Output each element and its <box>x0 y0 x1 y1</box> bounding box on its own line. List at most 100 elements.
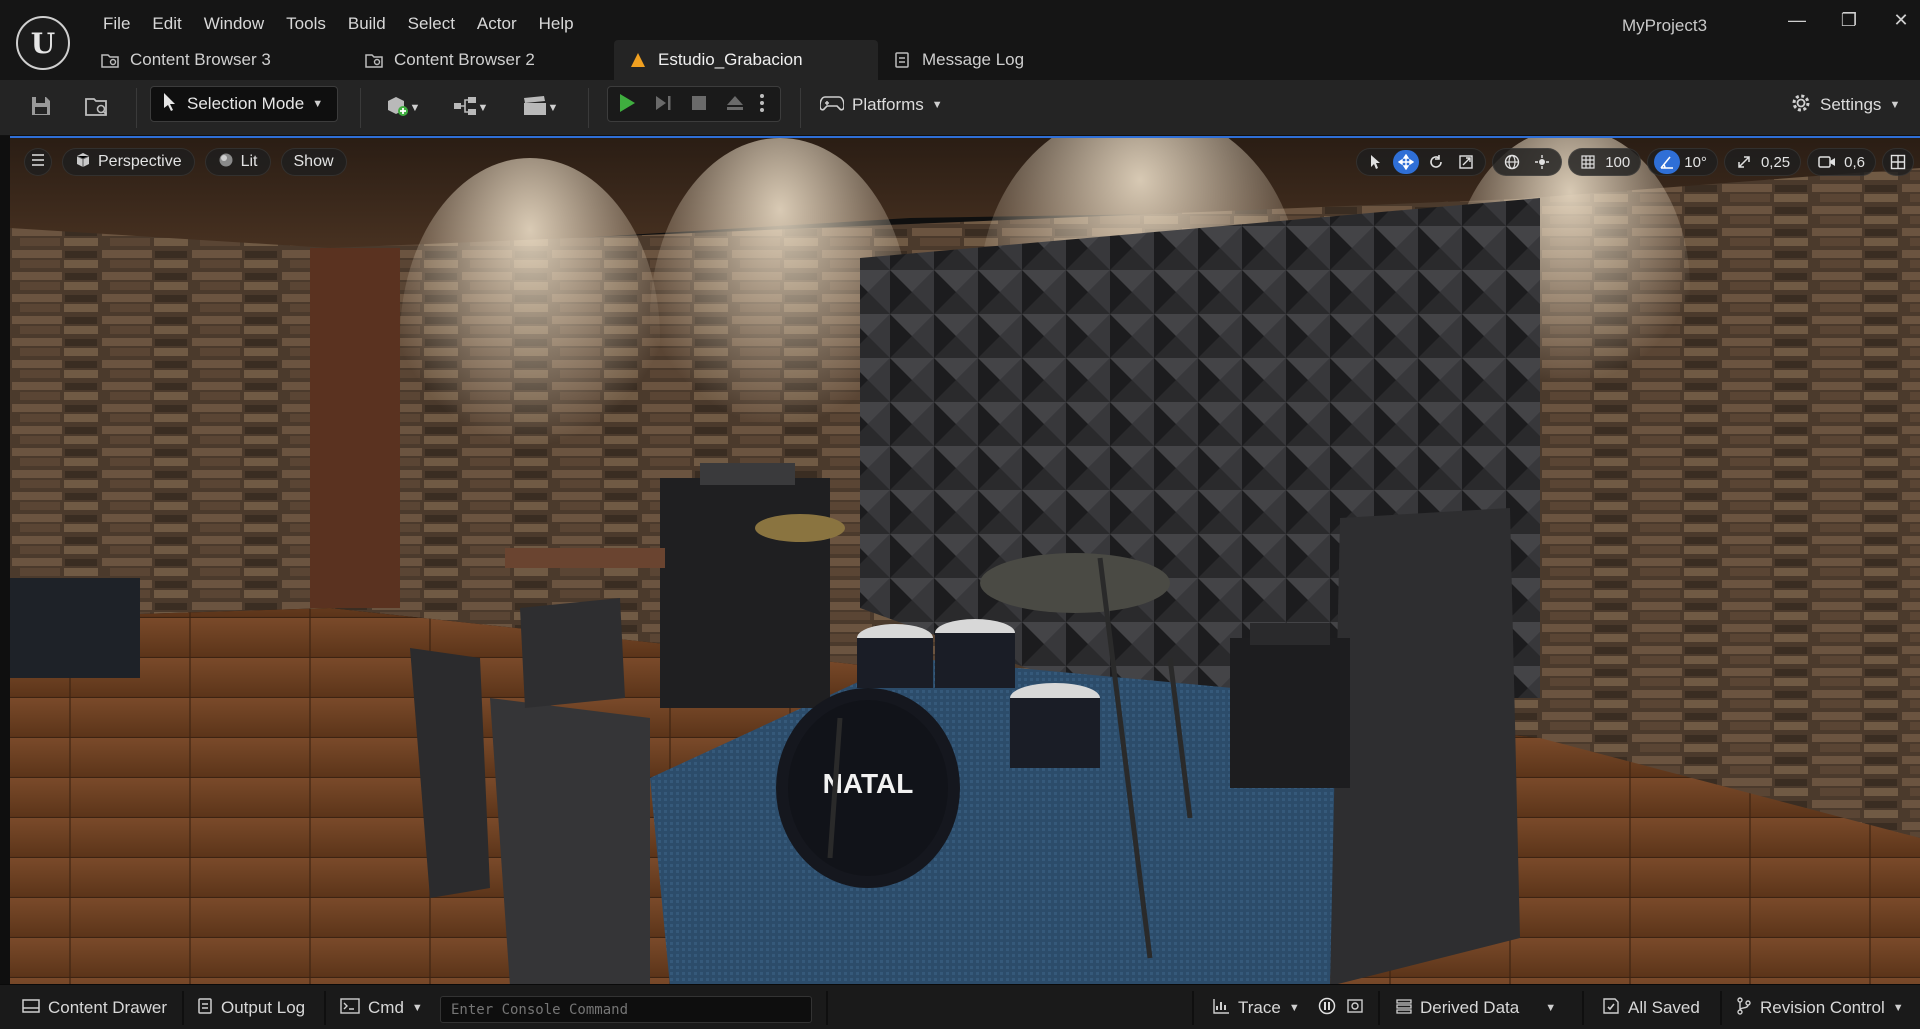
lit-sphere-icon <box>218 152 234 173</box>
translate-move-icon[interactable] <box>1393 150 1420 174</box>
stop-button[interactable] <box>684 91 714 119</box>
save-status-icon <box>1602 997 1620 1020</box>
status-separator <box>1192 991 1194 1025</box>
cmd-dropdown[interactable]: Cmd ▼ <box>340 991 423 1025</box>
content-drawer-label: Content Drawer <box>48 998 168 1017</box>
menu-edit[interactable]: Edit <box>141 12 192 36</box>
play-controls <box>607 86 781 122</box>
perspective-label: Perspective <box>98 153 182 170</box>
record-icon <box>1318 997 1336 1020</box>
scale-snap-toggle[interactable]: 0,25 <box>1723 148 1802 176</box>
chevron-down-icon: ▼ <box>1892 1002 1904 1014</box>
tab-label: Content Browser 2 <box>394 50 535 69</box>
menu-file[interactable]: File <box>92 12 141 36</box>
content-browser-icon <box>364 51 384 69</box>
more-vertical-icon <box>759 93 765 118</box>
status-separator <box>1582 991 1584 1025</box>
save-button[interactable] <box>24 90 58 126</box>
revision-control-dropdown[interactable]: Revision Control ▼ <box>1736 991 1904 1025</box>
view-mode-dropdown[interactable]: Lit <box>204 148 271 176</box>
globe-icon[interactable] <box>1499 150 1525 174</box>
hamburger-icon <box>31 153 45 171</box>
scale-snap-icon <box>1731 150 1757 174</box>
output-log-icon <box>197 997 213 1020</box>
eject-button[interactable] <box>720 91 750 119</box>
content-browser-icon <box>84 95 110 122</box>
derived-data-dropdown[interactable]: Derived Data ▼ <box>1396 991 1556 1025</box>
chevron-down-icon: ▼ <box>1288 1002 1300 1014</box>
toolbar-separator <box>800 88 801 128</box>
status-separator <box>324 991 326 1025</box>
restore-button[interactable]: ❐ <box>1834 10 1864 36</box>
add-cube-icon <box>384 94 410 123</box>
transform-tools <box>1356 148 1487 176</box>
drawer-icon <box>22 998 40 1019</box>
play-options-button[interactable] <box>750 91 774 119</box>
scale-icon[interactable] <box>1453 150 1479 174</box>
output-log-label: Output Log <box>221 998 306 1017</box>
status-bar: Content Drawer Output Log Cmd ▼ Trace ▼ <box>0 984 1920 1029</box>
tab-label: Content Browser 3 <box>130 50 271 69</box>
select-cursor-icon[interactable] <box>1363 150 1389 174</box>
branch-icon <box>1736 996 1752 1020</box>
save-icon <box>30 95 52 122</box>
platforms-label: Platforms <box>852 95 924 114</box>
viewport-menu-button[interactable] <box>24 148 52 176</box>
chevron-down-icon: ▼ <box>409 102 421 114</box>
play-button[interactable] <box>612 91 642 119</box>
stop-icon <box>690 94 708 117</box>
menu-tools[interactable]: Tools <box>275 12 337 36</box>
revision-control-label: Revision Control <box>1760 998 1885 1017</box>
menu-build[interactable]: Build <box>337 12 397 36</box>
tab-content-browser-3[interactable]: Content Browser 3 <box>86 40 350 80</box>
cinematics-button[interactable]: ▼ <box>516 90 564 126</box>
project-name: MyProject3 <box>1622 16 1708 35</box>
level-viewport[interactable]: NATAL Perspective Lit Show 100 10° 0,25 … <box>10 136 1920 984</box>
all-saved-button[interactable]: All Saved <box>1602 991 1700 1025</box>
status-separator <box>826 991 828 1025</box>
rotate-icon[interactable] <box>1423 150 1449 174</box>
show-dropdown[interactable]: Show <box>280 148 347 176</box>
status-separator <box>1378 991 1380 1025</box>
browse-content-button[interactable] <box>80 90 114 126</box>
unreal-logo-icon[interactable]: U <box>16 16 70 70</box>
tab-content-browser-2[interactable]: Content Browser 2 <box>350 40 614 80</box>
viewport-layout-button[interactable] <box>1882 148 1914 176</box>
document-tabs: Content Browser 3 Content Browser 2 Estu… <box>86 40 1078 80</box>
viewport-options-right: 100 10° 0,25 0,6 <box>1356 148 1914 176</box>
level-icon <box>628 51 648 69</box>
menu-window[interactable]: Window <box>193 12 275 36</box>
trace-dropdown[interactable]: Trace ▼ <box>1212 991 1300 1025</box>
menu-actor[interactable]: Actor <box>466 12 528 36</box>
angle-icon <box>1654 150 1681 174</box>
chevron-down-icon: ▼ <box>1889 99 1901 111</box>
advance-frame-button[interactable] <box>648 91 678 119</box>
selection-cursor-icon <box>161 92 179 117</box>
blueprints-button[interactable]: ▼ <box>446 90 494 126</box>
platforms-dropdown[interactable]: Platforms ▼ <box>819 90 943 120</box>
trace-record-button[interactable] <box>1318 991 1336 1025</box>
derived-data-icon <box>1396 998 1412 1019</box>
surface-snapping-icon[interactable] <box>1529 150 1555 174</box>
add-actor-button[interactable]: ▼ <box>378 90 426 126</box>
output-log-button[interactable]: Output Log <box>197 991 305 1025</box>
menu-help[interactable]: Help <box>528 12 585 36</box>
tab-message-log[interactable]: Message Log <box>878 40 1078 80</box>
grid-icon <box>1575 150 1601 174</box>
trace-snapshot-button[interactable] <box>1346 991 1364 1025</box>
menu-select[interactable]: Select <box>397 12 466 36</box>
perspective-dropdown[interactable]: Perspective <box>62 148 195 176</box>
close-window-button[interactable]: ✕ <box>1886 10 1916 36</box>
content-drawer-button[interactable]: Content Drawer <box>22 991 167 1025</box>
tab-estudio-grabacion[interactable]: Estudio_Grabacion <box>614 40 878 80</box>
minimize-button[interactable]: — <box>1782 10 1812 36</box>
console-command-input[interactable] <box>440 996 812 1023</box>
clapperboard-icon <box>522 95 548 122</box>
grid-snap-toggle[interactable]: 100 <box>1568 148 1642 176</box>
selection-mode-dropdown[interactable]: Selection Mode ▼ <box>150 86 338 122</box>
camera-speed-button[interactable]: 0,6 <box>1807 148 1876 176</box>
settings-dropdown[interactable]: Settings ▼ <box>1790 90 1900 120</box>
settings-label: Settings <box>1820 95 1882 114</box>
message-log-icon <box>892 51 912 69</box>
rotation-snap-toggle[interactable]: 10° <box>1647 148 1718 176</box>
